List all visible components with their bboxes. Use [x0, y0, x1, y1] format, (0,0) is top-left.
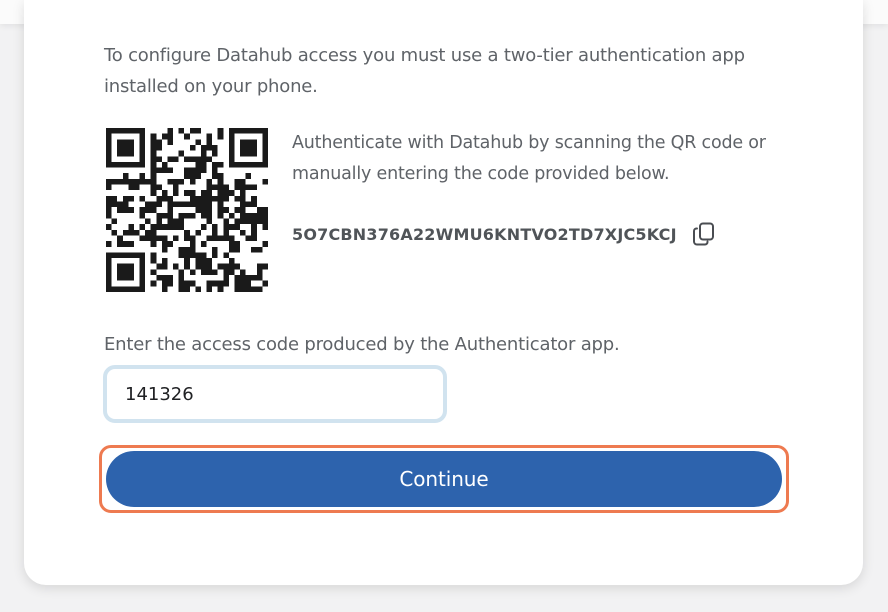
continue-focus-ring: Continue: [99, 445, 789, 513]
setup-instructions: To configure Datahub access you must use…: [104, 45, 745, 97]
copy-secret-button[interactable]: [691, 220, 717, 248]
auth-setup-card: To configure Datahub access you must use…: [24, 0, 863, 585]
qr-instructions: Authenticate with Datahub by scanning th…: [292, 133, 766, 184]
access-code-label: Enter the access code produced by the Au…: [104, 334, 620, 355]
copy-icon: [692, 222, 714, 246]
secret-key: 5O7CBN376A22WMU6KNTVO2TD7XJC5KCJ: [292, 224, 677, 244]
continue-button[interactable]: Continue: [106, 451, 782, 507]
qr-code: [106, 128, 268, 292]
access-code-input[interactable]: [103, 365, 447, 423]
secret-key-row: 5O7CBN376A22WMU6KNTVO2TD7XJC5KCJ: [292, 216, 717, 252]
